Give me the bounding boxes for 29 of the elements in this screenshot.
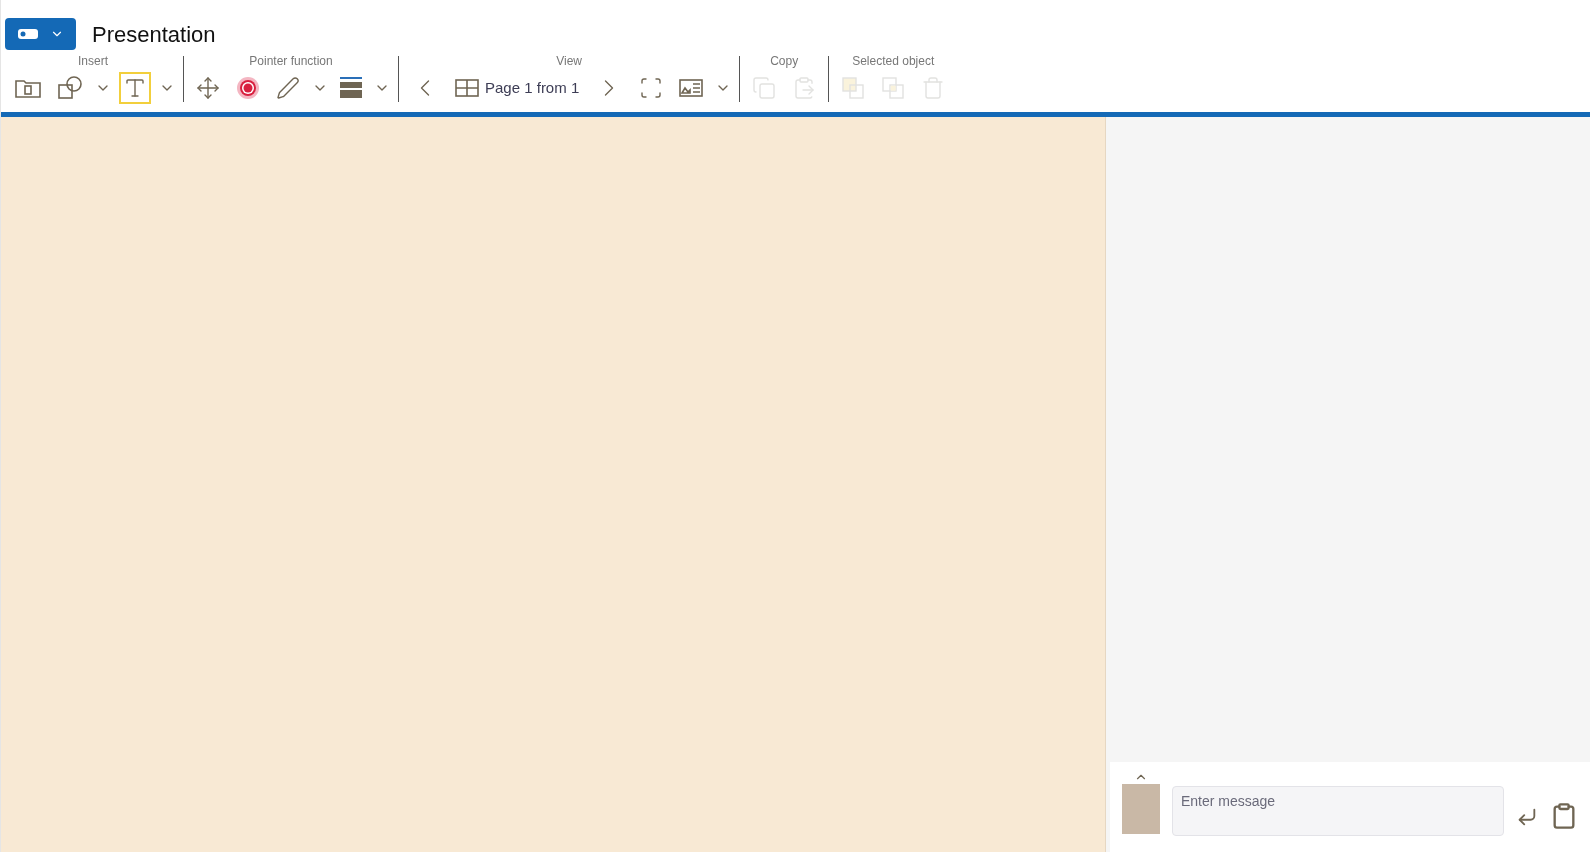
tool-button[interactable]: Page 1 from 1 [449, 70, 586, 106]
tool-button[interactable] [117, 70, 153, 106]
enter-icon [1516, 806, 1538, 828]
group-label: Pointer function [249, 53, 333, 70]
move-icon [196, 76, 220, 100]
text-icon [123, 76, 147, 100]
window-title: Presentation [92, 20, 216, 49]
pen-icon [276, 76, 300, 100]
group-label: Selected object [852, 53, 935, 70]
image-text-icon [679, 79, 704, 97]
send-back-icon [881, 76, 906, 100]
projector-icon [17, 29, 38, 39]
group-label: Insert [78, 53, 108, 70]
line-width-icon [340, 76, 362, 100]
send-button[interactable] [1516, 806, 1538, 828]
target-icon [236, 76, 260, 100]
shapes-icon [57, 75, 83, 101]
paste-icon [792, 76, 817, 100]
folder-icon [15, 78, 41, 98]
group-label: View [556, 53, 582, 70]
delete-icon [921, 76, 946, 100]
bring-front-icon [841, 76, 866, 100]
fullscreen-icon [639, 76, 664, 100]
copy-icon [752, 76, 777, 100]
avatar [1122, 784, 1160, 834]
grid-icon [455, 79, 479, 97]
group-label: Copy [770, 53, 799, 70]
message-field[interactable]: Enter message [1172, 786, 1504, 836]
app-menu-button[interactable] [5, 18, 76, 50]
